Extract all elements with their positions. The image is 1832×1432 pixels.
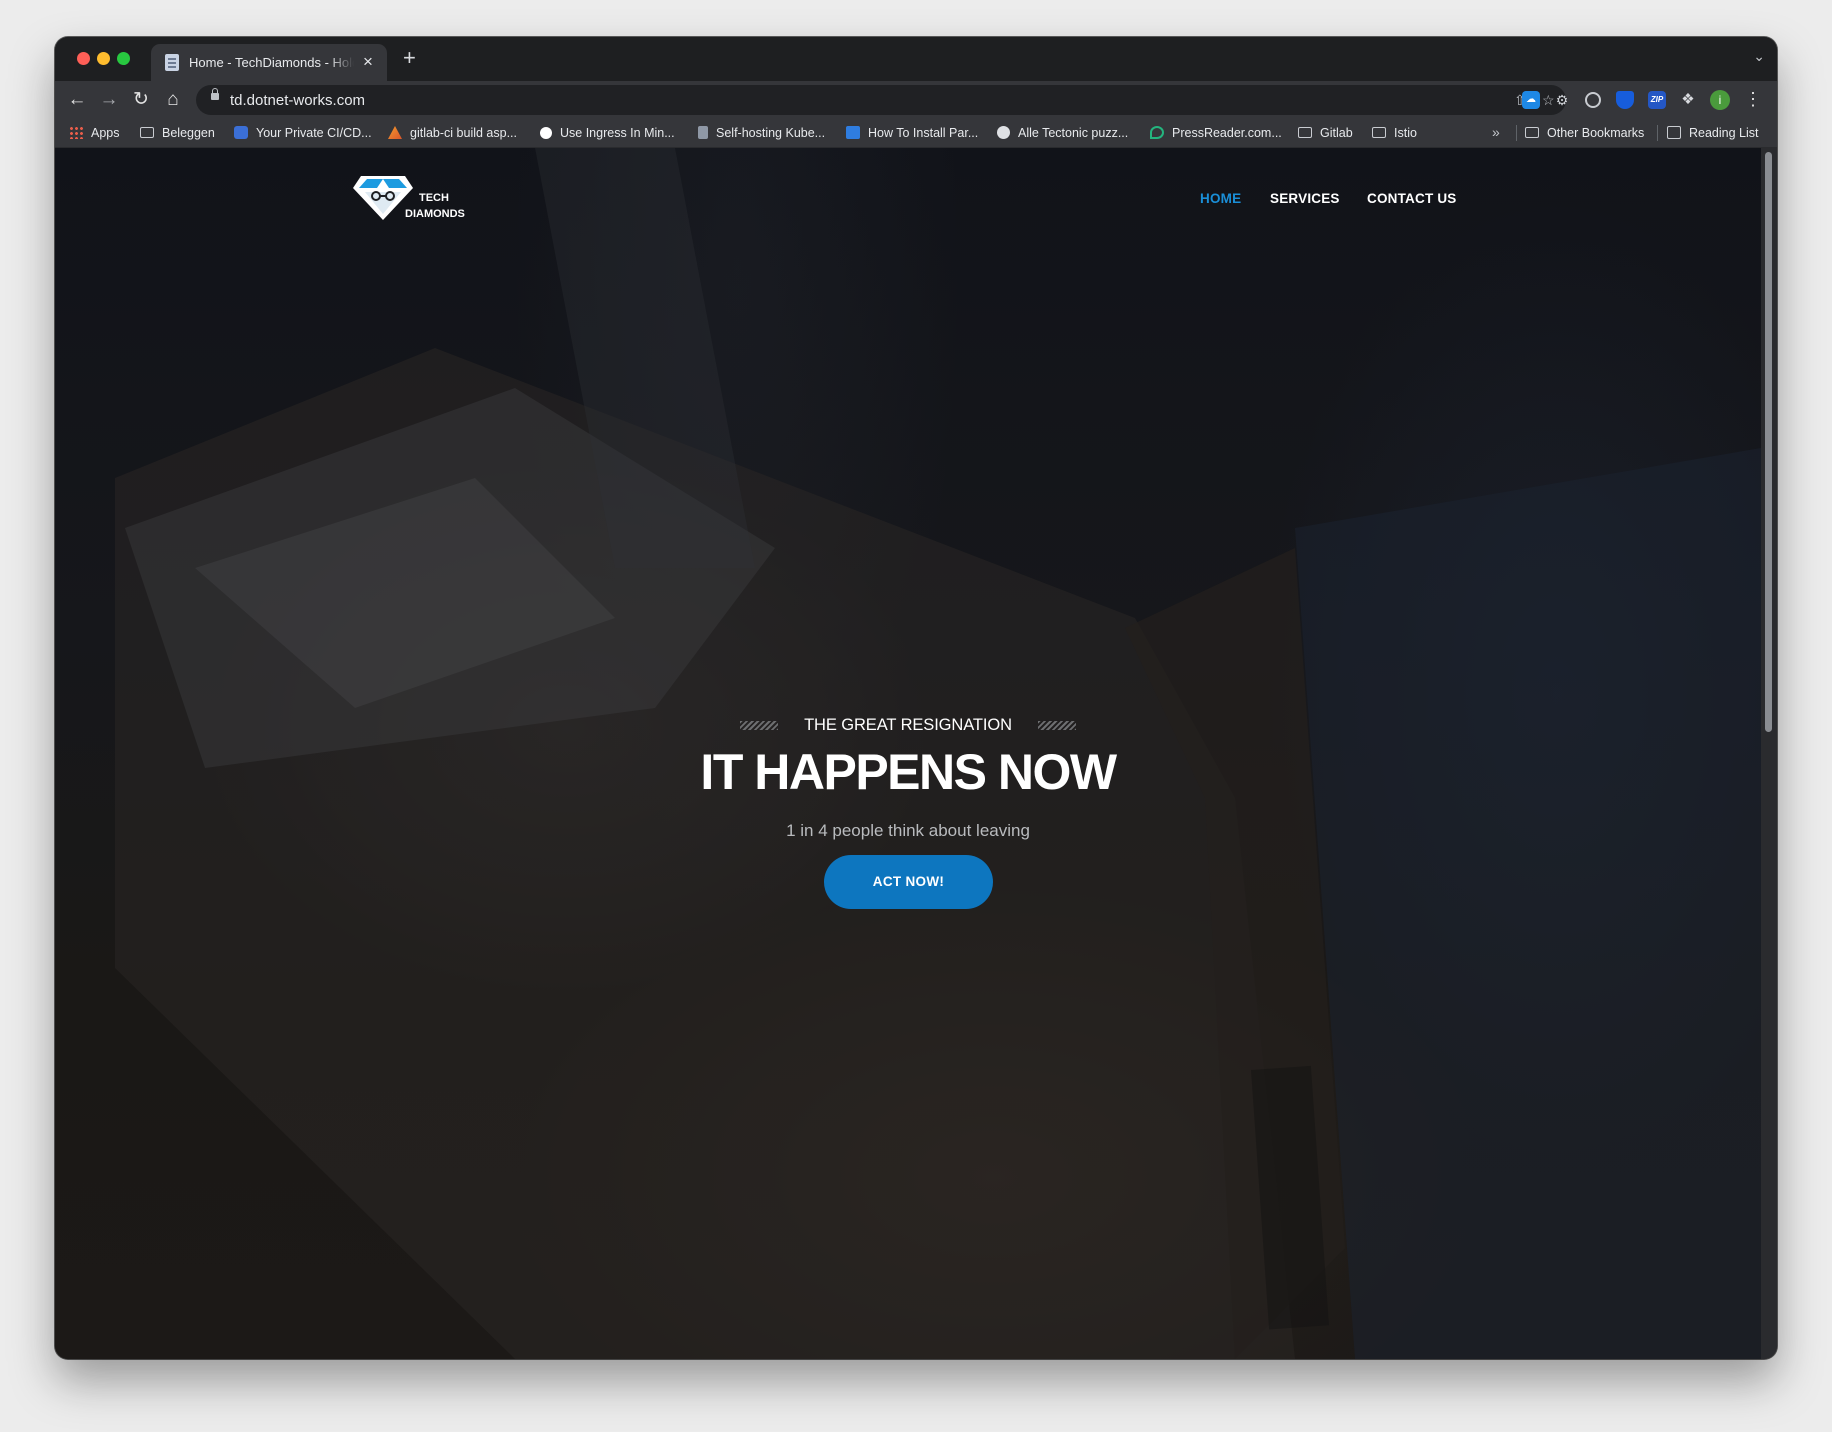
forward-arrow-icon[interactable]: → — [97, 88, 121, 112]
gear-icon[interactable]: ⚙ — [1553, 91, 1571, 109]
bookmark-gitlab[interactable]: Gitlab — [1298, 125, 1353, 141]
nav-services-link[interactable]: SERVICES — [1270, 191, 1340, 206]
target-icon[interactable] — [1585, 92, 1601, 108]
nav-contact-link[interactable]: CONTACT US — [1367, 191, 1457, 206]
bitwarden-icon[interactable] — [1616, 91, 1634, 109]
site-logo[interactable]: TECH DIAMONDS — [353, 170, 473, 222]
bookmark-label: gitlab-ci build asp... — [410, 126, 518, 140]
home-icon[interactable]: ⌂ — [161, 88, 185, 112]
bookmark-label: Alle Tectonic puzz... — [1018, 126, 1129, 140]
kube-icon — [698, 126, 708, 139]
folder-icon — [1525, 127, 1539, 138]
tab-title: Home - TechDiamonds - Hold on to your Te… — [189, 55, 354, 70]
edu-icon — [846, 126, 860, 139]
nav-home-link[interactable]: HOME — [1200, 191, 1241, 206]
hero-subtitle: 1 in 4 people think about leaving — [786, 821, 1030, 840]
bookmark-label: PressReader.com... — [1172, 126, 1282, 140]
bookmark-kube[interactable]: Self-hosting Kube... — [698, 125, 825, 141]
globe-icon — [997, 126, 1010, 139]
bookmarks-divider — [1657, 125, 1658, 141]
stackoverflow-icon — [388, 126, 402, 139]
other-bookmarks[interactable]: Other Bookmarks — [1525, 125, 1644, 141]
page-viewport: TECH DIAMONDS HOME SERVICES CONTACT US T… — [55, 148, 1761, 1359]
bookmark-ingress[interactable]: Use Ingress In Min... — [540, 125, 675, 141]
cicd-icon — [234, 126, 248, 139]
kicker-decoration-right — [1038, 721, 1077, 730]
address-url[interactable]: td.dotnet-works.com — [230, 92, 365, 109]
bookmark-cicd[interactable]: Your Private CI/CD... — [234, 125, 372, 141]
hero-kicker-row: THE GREAT RESIGNATION — [55, 716, 1761, 735]
reading-list-icon — [1667, 126, 1681, 139]
logo-wordmark: TECH DIAMONDS — [405, 190, 465, 222]
bookmark-label: Use Ingress In Min... — [560, 126, 675, 140]
bookmark-gitlab-ci[interactable]: gitlab-ci build asp... — [388, 125, 517, 141]
minimize-window-button[interactable] — [97, 52, 110, 65]
logo-line-2: DIAMONDS — [405, 208, 465, 220]
diamond-logo-icon — [353, 176, 413, 220]
more-icon[interactable]: ⋮ — [1744, 88, 1762, 110]
act-now-button[interactable]: ACT NOW! — [824, 855, 993, 909]
reload-icon[interactable]: ↻ — [129, 88, 153, 112]
bookmarks-bar: Apps Beleggen Your Private CI/CD... gitl… — [55, 119, 1777, 148]
bookmark-label: How To Install Par... — [868, 126, 979, 140]
back-arrow-icon[interactable]: ← — [65, 88, 89, 112]
zip-icon[interactable]: ZIP — [1648, 91, 1666, 109]
bookmark-label: Other Bookmarks — [1547, 126, 1645, 140]
medium-icon — [540, 127, 552, 139]
bookmark-label: Self-hosting Kube... — [716, 126, 826, 140]
pressreader-icon — [1150, 126, 1164, 139]
page-favicon-icon — [165, 54, 179, 71]
bookmark-label: Istio — [1394, 126, 1417, 140]
bookmark-label: Reading List — [1689, 126, 1759, 140]
bookmark-label: Apps — [91, 126, 120, 140]
reading-list[interactable]: Reading List — [1667, 125, 1759, 141]
more-bookmarks-button[interactable]: » — [1492, 124, 1500, 140]
logo-line-1: TECH — [419, 192, 449, 204]
apps-grid-icon — [69, 126, 83, 139]
zoom-window-button[interactable] — [117, 52, 130, 65]
tab-strip: Home - TechDiamonds - Hold on to your Te… — [55, 37, 1777, 81]
bookmark-beleggen[interactable]: Beleggen — [140, 125, 215, 141]
active-tab[interactable]: Home - TechDiamonds - Hold on to your Te… — [151, 44, 387, 81]
bookmark-pressreader[interactable]: PressReader.com... — [1150, 125, 1282, 141]
address-bar[interactable]: td.dotnet-works.com ⇧ ☆ — [196, 85, 1566, 115]
browser-window: Home - TechDiamonds - Hold on to your Te… — [55, 37, 1777, 1359]
bookmark-label: Beleggen — [162, 126, 215, 140]
tab-search-button[interactable]: ⌄ — [1753, 48, 1765, 65]
new-tab-button[interactable]: + — [403, 46, 416, 70]
lock-icon[interactable] — [211, 88, 219, 100]
onedrive-icon[interactable]: ☁ — [1522, 91, 1540, 109]
folder-icon — [1298, 127, 1312, 138]
profile-avatar[interactable]: i — [1710, 90, 1730, 110]
puzzle-icon[interactable]: ❖ — [1679, 91, 1697, 109]
bookmark-apps[interactable]: Apps — [69, 125, 120, 141]
kicker-decoration-left — [739, 721, 778, 730]
bookmark-tectonic[interactable]: Alle Tectonic puzz... — [997, 125, 1128, 141]
scrollbar-thumb[interactable] — [1765, 152, 1772, 732]
tab-close-icon[interactable]: × — [363, 52, 373, 72]
bookmarks-divider — [1516, 125, 1517, 141]
bookmark-install[interactable]: How To Install Par... — [846, 125, 978, 141]
hero-title: IT HAPPENS NOW — [700, 744, 1117, 800]
bookmark-label: Your Private CI/CD... — [256, 126, 372, 140]
folder-icon — [1372, 127, 1386, 138]
close-window-button[interactable] — [77, 52, 90, 65]
browser-toolbar: ← → ↻ ⌂ td.dotnet-works.com ⇧ ☆ ☁ ⚙ ZIP … — [55, 81, 1777, 119]
bookmark-istio[interactable]: Istio — [1372, 125, 1417, 141]
hero-kicker: THE GREAT RESIGNATION — [804, 716, 1012, 734]
bookmark-label: Gitlab — [1320, 126, 1353, 140]
page-scrollbar[interactable] — [1761, 148, 1777, 1359]
folder-icon — [140, 127, 154, 138]
